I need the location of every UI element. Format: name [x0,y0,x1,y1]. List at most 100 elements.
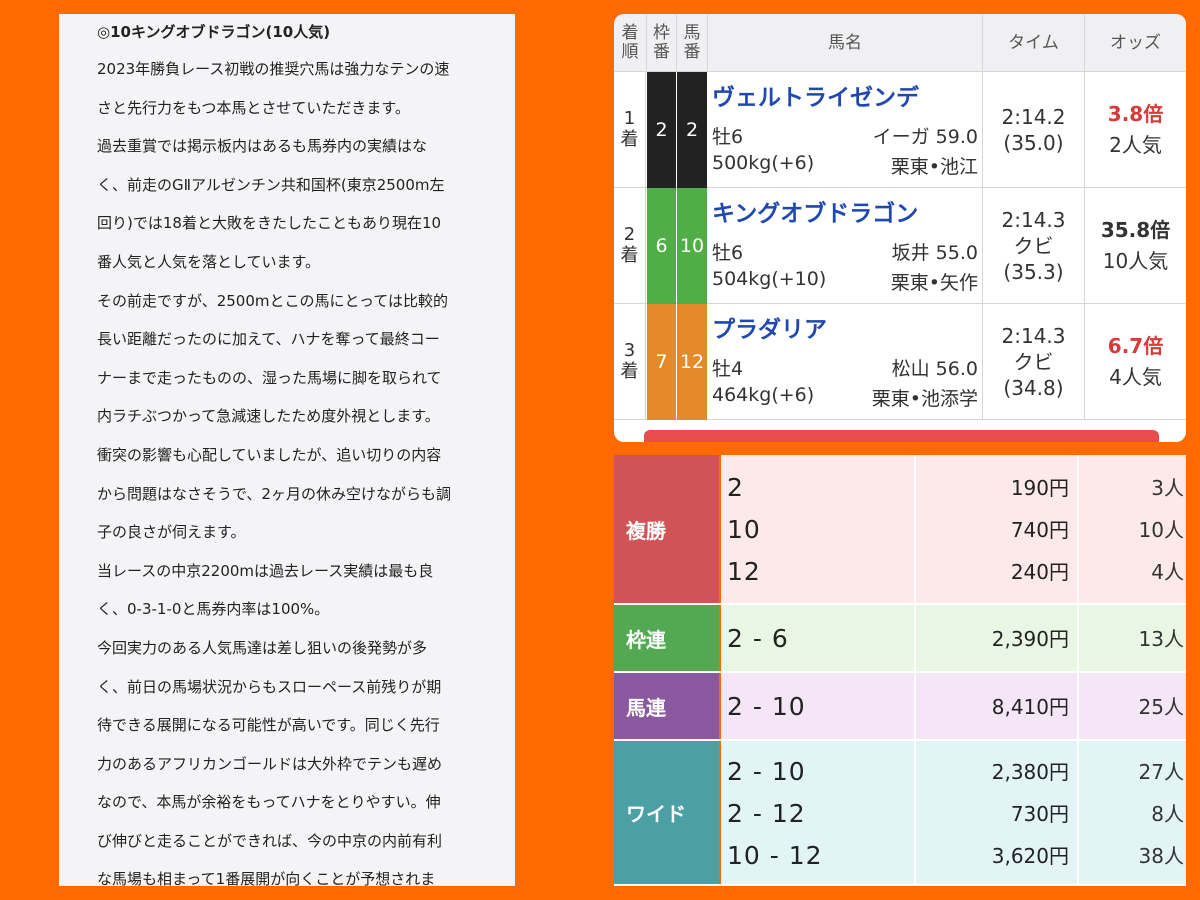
header-waku: 枠番 [647,14,677,72]
margin: クビ [1013,350,1054,374]
article-line: な馬場も相まって1番展開が向くことが予想されま [97,870,436,886]
payout-row: 枠連 2 - 6 2,390円 13人 [614,605,1186,673]
article-panel: ◎10キングオブドラゴン(10人気) 2023年勝負レース初戦の推奨穴馬は強力な… [59,14,515,886]
finish-time: 2:14.3 [1001,324,1066,348]
article-line: 過去重賞では掲示板内はあるも馬券内の実績はな [97,137,428,156]
payout-values: 2 - 10 8,410円 25人 [721,673,1186,739]
article-line: 待できる展開になる可能性が高いです。同じく先行 [97,716,440,735]
trainer-stable: 栗東•池江 [890,156,978,178]
payout-popularity: 27人 [1138,759,1184,784]
article-line: 2023年勝負レース初戦の推奨穴馬は強力なテンの速 [97,60,450,78]
payout-popularity: 3人 [1151,476,1184,500]
payout-entry: 12 240円 4人 [721,551,1186,593]
red-action-bar[interactable] [644,430,1159,442]
finish-time: 2:14.2 [1001,105,1066,129]
article-line: なので、本馬が余裕をもってハナをとりやすい。伸 [97,793,441,812]
jockey-weight: 坂井 55.0 [891,242,978,264]
finish-position: 1着 [614,72,646,188]
article-line: 子の良さが伺えます。 [97,523,246,542]
body-weight: 500kg(+6) [712,152,815,174]
jockey-weight: イーガ 59.0 [872,126,978,148]
article-body: ◎10キングオブドラゴン(10人気) 2023年勝負レース初戦の推奨穴馬は強力な… [97,14,497,886]
payout-entry: 10 740円 10人 [721,509,1186,551]
race-results-table: 着順 枠番 馬番 馬名 タイム オッズ 1 着 2 2 ヴェルトライゼンデ 牡6 イーガ 5… [614,14,1186,442]
payout-amount: 240円 [1010,560,1069,584]
article-line: 今回実力のある人気馬達は差し狙いの後発勢が多 [97,638,428,657]
article-line: 長い距離だったのに加えて、ハナを奪って最終コー [97,330,440,349]
last-3f: (35.3) [1003,260,1064,284]
result-row[interactable]: 2 着 6 10 キングオブドラゴン 牡6 坂井 55.0 504kg(+10) 栗東•矢作 2:… [614,188,1186,304]
finish-suffix: 着 [620,361,639,382]
header-umaban-bottom: 番 [683,42,701,62]
popularity: 2人気 [1109,133,1162,157]
combination: 2 [727,473,744,502]
waku-number: 6 [647,188,676,304]
odds-cell: 35.8倍 10人気 [1084,188,1186,304]
last-3f: (35.0) [1003,131,1064,155]
article-line: その前走ですが、2500mとこの馬にとっては比較的 [97,291,448,310]
payout-popularity: 13人 [1138,627,1184,651]
payout-entry: 2 - 6 2,390円 13人 [721,618,1186,660]
article-line: さと先行力をもつ本馬とさせていただきます。 [97,98,410,117]
bet-type-label: 馬連 [614,673,719,739]
horse-name-link[interactable]: プラダリア [712,310,827,344]
horse-number: 2 [677,72,707,188]
header-time: タイム [983,14,1085,72]
waku-number: 7 [647,304,676,420]
payout-row: 馬連 2 - 10 8,410円 25人 [614,673,1186,741]
payout-entry: 2 - 12 730円 8人 [721,793,1186,835]
article-line: く、前日の馬場状況からもスローペース前残りが期 [97,677,442,696]
combination: 2 - 12 [727,798,806,828]
article-line: から問題はなさそうで、2ヶ月の休み空けながらも調 [97,484,451,503]
payout-entry: 2 - 10 8,410円 25人 [721,686,1186,728]
results-header: 着順 枠番 馬番 馬名 タイム オッズ [614,14,1186,72]
combination: 12 [727,557,761,586]
payout-amount: 730円 [1010,801,1069,826]
combination: 10 - 12 [727,840,823,870]
horse-number: 12 [677,304,707,420]
finish-position: 3着 [614,304,646,420]
horse-name-link[interactable]: ヴェルトライゼンデ [712,78,919,112]
combination: 2 - 10 [727,756,806,786]
margin: クビ [1013,234,1054,258]
article-line: 衝突の影響も心配していましたが、追い切りの内容 [97,445,442,464]
payout-row: ワイド 2 - 10 2,380円 27人 2 - 12 730円 8人 10 - 12 3,6… [614,741,1186,886]
time-cell: 2:14.3 クビ (34.8) [982,304,1084,420]
horse-name-link[interactable]: キングオブドラゴン [712,194,918,228]
result-row[interactable]: 3 着 7 12 プラダリア 牡4 松山 56.0 464kg(+6) 栗東•池添学 2:14.3… [614,304,1186,420]
payout-popularity: 4人 [1151,560,1184,584]
article-line: 力のあるアフリカンゴールドは大外枠でテンも遅め [97,754,443,773]
bet-type-label: 枠連 [614,605,719,671]
header-umaban: 馬番 [677,14,708,72]
payout-values: 2 - 6 2,390円 13人 [721,605,1186,671]
finish-suffix: 着 [620,129,639,150]
body-weight: 464kg(+6) [712,384,815,406]
sex-age: 牡6 [712,126,744,148]
payout-entry: 2 - 10 2,380円 27人 [721,751,1186,793]
waku-number: 2 [647,72,676,188]
header-odds: オッズ [1110,32,1161,53]
payout-values: 2 190円 3人 10 740円 10人 12 240円 4人 [721,455,1186,603]
result-row[interactable]: 1 着 2 2 ヴェルトライゼンデ 牡6 イーガ 59.0 500kg(+6) 栗東•池江 2:1… [614,72,1186,188]
combination: 2 - 10 [727,692,806,721]
article-line: く、0-3-1-0と馬券内率は100%。 [97,600,330,619]
payout-table: 複勝 2 190円 3人 10 740円 10人 12 240円 4人 枠連 2 - 6 2,390円 1… [614,455,1186,886]
header-waku-bottom: 番 [653,42,670,62]
popularity: 4人気 [1109,365,1162,389]
header-rank-bottom: 順 [621,42,639,62]
payout-amount: 8,410円 [991,695,1069,719]
sex-age: 牡6 [712,242,744,264]
combination: 2 - 6 [727,624,789,653]
article-line: 回り)では18着と大敗をきたしたこともあり現在10 [97,214,442,233]
article-line: び伸びと走ることができれば、今の中京の内前有利 [97,831,443,850]
payout-popularity: 25人 [1138,695,1184,719]
header-horse-name: 馬名 [708,14,983,72]
time-cell: 2:14.2 (35.0) [982,72,1084,188]
payout-popularity: 38人 [1138,843,1184,868]
finish-number: 3 [623,340,636,362]
payout-amount: 190円 [1010,476,1069,500]
trainer-stable: 栗東•池添学 [871,388,978,410]
header-waku-top: 枠 [653,23,670,44]
article-line: 当レースの中京2200mは過去レース実績は最も良 [97,561,434,580]
jockey-weight: 松山 56.0 [891,358,978,380]
